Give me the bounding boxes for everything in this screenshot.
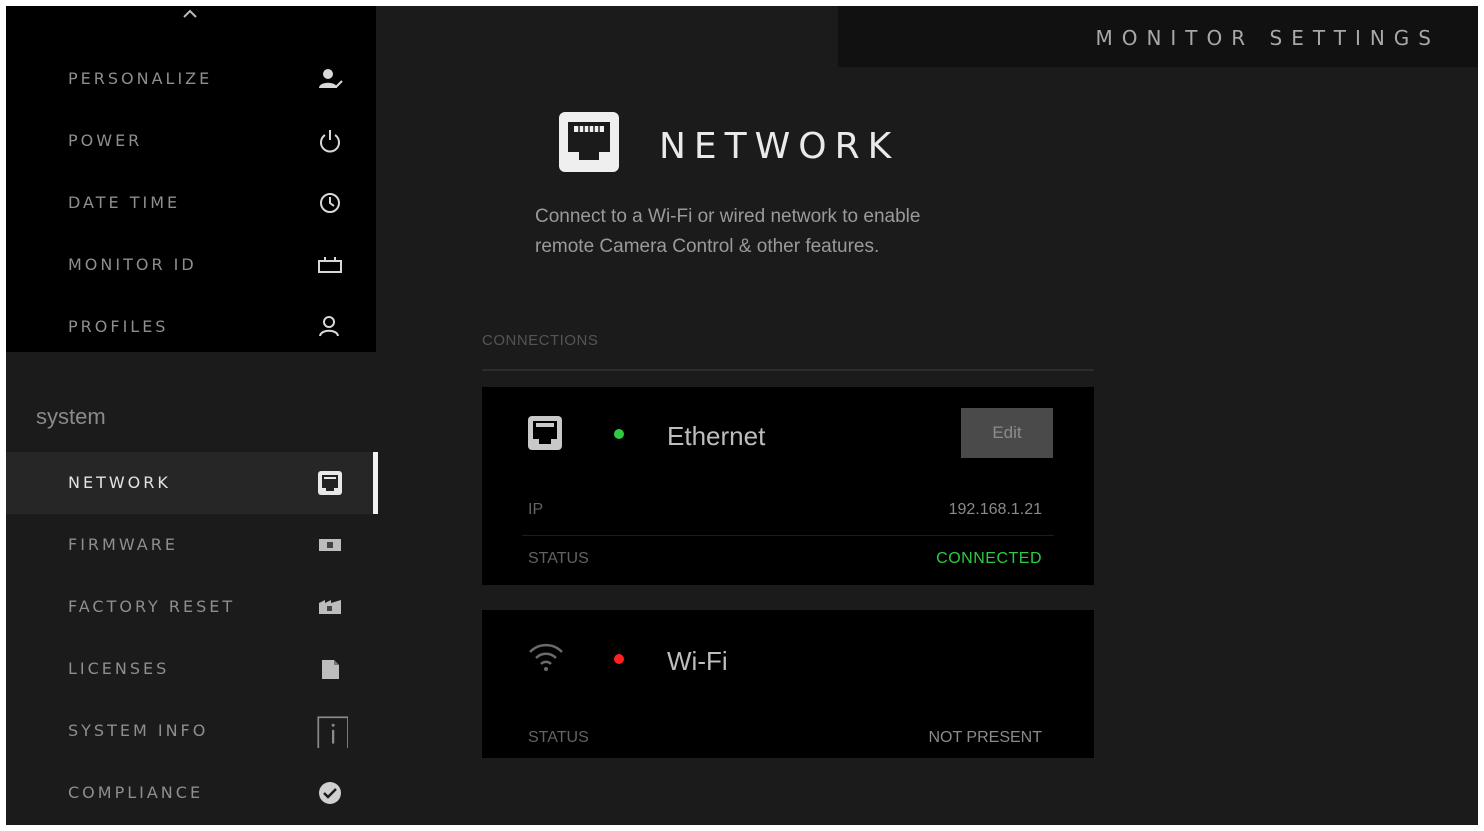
status-value: CONNECTED (936, 550, 1042, 567)
sidebar-item-date-time[interactable]: DATE TIME (6, 172, 376, 234)
power-icon (320, 130, 340, 153)
ethernet-port-icon (528, 416, 562, 450)
firmware-icon (319, 539, 341, 551)
sidebar-item-compliance[interactable]: COMPLIANCE (6, 762, 376, 824)
wifi-connection-card: Wi-Fi STATUS NOT PRESENT (482, 610, 1094, 758)
info-icon (317, 716, 348, 748)
status-label: STATUS (528, 729, 589, 746)
page-header-title: MONITOR SETTINGS (1095, 26, 1440, 50)
factory-reset-icon (319, 600, 341, 614)
profiles-icon (319, 316, 339, 337)
chevron-up-icon[interactable] (178, 6, 202, 26)
ip-label: IP (528, 501, 544, 518)
row-divider (522, 535, 1054, 536)
sidebar-item-label: FACTORY RESET (68, 597, 236, 616)
ethernet-name: Ethernet (667, 421, 766, 451)
sidebar-item-factory-reset[interactable]: FACTORY RESET (6, 576, 376, 638)
edit-button[interactable]: Edit (961, 408, 1053, 458)
wifi-name: Wi-Fi (667, 646, 728, 676)
sidebar-item-label: MONITOR ID (68, 255, 197, 274)
sidebar-item-label: SYSTEM INFO (68, 721, 209, 740)
sidebar-item-system-info[interactable]: SYSTEM INFO (6, 700, 376, 762)
divider (482, 369, 1094, 371)
sidebar-item-label: PERSONALIZE (68, 69, 213, 88)
sidebar-item-label: PROFILES (68, 317, 169, 336)
ethernet-port-icon (559, 112, 619, 172)
page-description: Connect to a Wi-Fi or wired network to e… (535, 206, 921, 257)
connection-status-indicator (614, 654, 624, 664)
sidebar-item-personalize[interactable]: PERSONALIZE (6, 48, 376, 110)
wifi-icon (529, 643, 563, 671)
active-indicator (373, 452, 378, 514)
personalize-icon (319, 69, 343, 88)
connections-section-label: CONNECTIONS (482, 332, 599, 349)
status-label: STATUS (528, 550, 589, 567)
sidebar: PERSONALIZE POWER DATE TIME MONITOR ID P… (6, 6, 378, 825)
check-circle-icon (319, 782, 341, 804)
status-value: NOT PRESENT (928, 729, 1043, 746)
page-title: NETWORK (659, 126, 900, 167)
sidebar-item-profiles[interactable]: PROFILES (6, 296, 376, 358)
sidebar-system-group: NETWORK FIRMWARE FACTORY RESET LICENSES … (6, 452, 378, 825)
monitor-id-icon (318, 257, 342, 273)
ip-value: 192.168.1.21 (948, 501, 1042, 518)
sidebar-item-label: POWER (68, 131, 143, 150)
licenses-icon (322, 660, 339, 679)
connection-status-indicator (614, 429, 624, 439)
sidebar-item-label: FIRMWARE (68, 535, 178, 554)
header: MONITOR SETTINGS (838, 6, 1478, 67)
sidebar-item-licenses[interactable]: LICENSES (6, 638, 376, 700)
ethernet-port-icon (318, 471, 342, 495)
sidebar-item-label: NETWORK (68, 473, 171, 492)
sidebar-item-network[interactable]: NETWORK (6, 452, 378, 514)
sidebar-item-label: COMPLIANCE (68, 783, 204, 802)
sidebar-item-firmware[interactable]: FIRMWARE (6, 514, 376, 576)
clock-icon (320, 193, 340, 213)
sidebar-item-monitor-id[interactable]: MONITOR ID (6, 234, 376, 296)
sidebar-item-label: LICENSES (68, 659, 170, 678)
sidebar-top-group: PERSONALIZE POWER DATE TIME MONITOR ID P… (6, 6, 376, 352)
sidebar-item-label: DATE TIME (68, 193, 181, 212)
sidebar-item-power[interactable]: POWER (6, 110, 376, 172)
ethernet-connection-card: Ethernet Edit IP 192.168.1.21 STATUS CON… (482, 387, 1094, 585)
monitor-settings-screen: PERSONALIZE POWER DATE TIME MONITOR ID P… (6, 6, 1478, 825)
sidebar-section-label: system (36, 404, 106, 429)
